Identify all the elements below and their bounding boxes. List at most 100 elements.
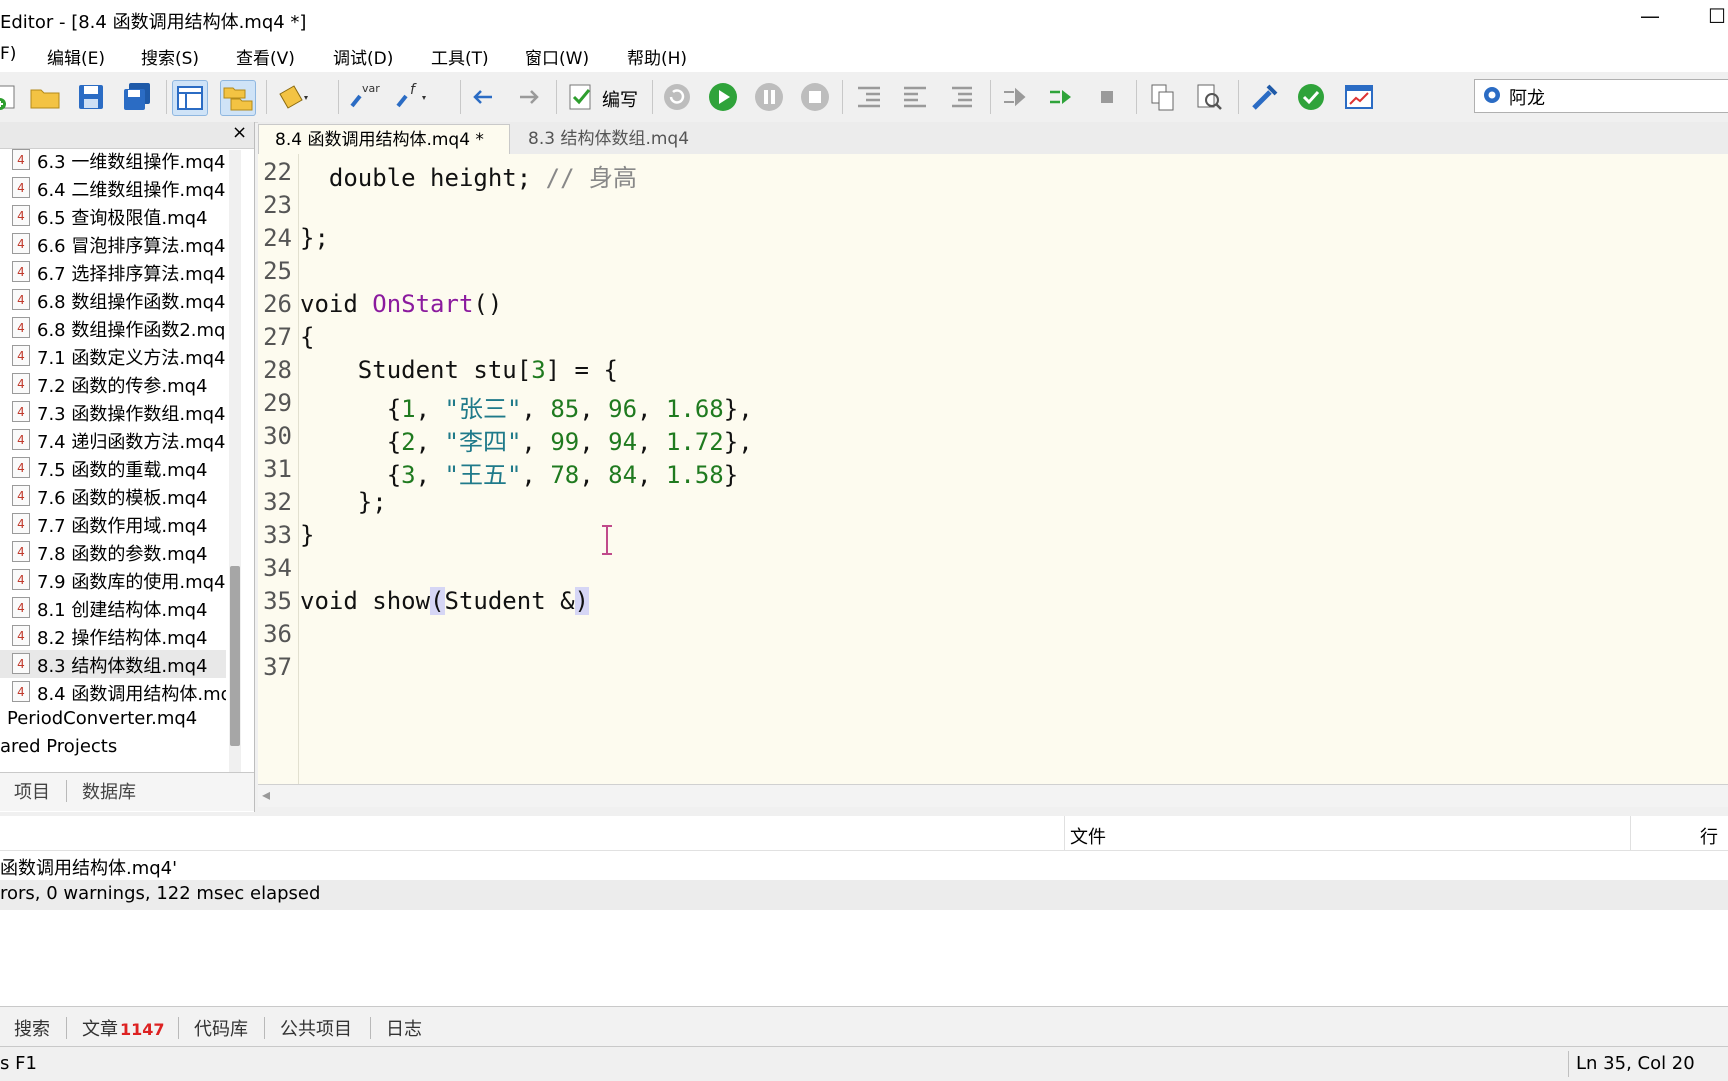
chart-icon[interactable] bbox=[1342, 80, 1376, 114]
tab-public-projects[interactable]: 公共项目 bbox=[280, 1015, 352, 1041]
line-number: 31 bbox=[263, 455, 292, 483]
tab-projects[interactable]: 项目 bbox=[14, 778, 50, 804]
editor-horizontal-scrollbar[interactable]: ◂ bbox=[258, 784, 1728, 807]
window-title: Editor - [8.4 函数调用结构体.mq4 *] bbox=[0, 12, 307, 33]
tree-item[interactable]: 4 6.6 冒泡排序算法.mq4 bbox=[0, 230, 226, 258]
forward-arrow-icon[interactable] bbox=[512, 80, 546, 114]
line-number: 28 bbox=[263, 356, 292, 384]
pause-icon[interactable] bbox=[752, 80, 786, 114]
step-over-icon[interactable] bbox=[998, 80, 1032, 114]
copy-icon[interactable] bbox=[1146, 80, 1180, 114]
tree-item[interactable]: 4 8.4 函数调用结构体.mq4 bbox=[0, 678, 226, 706]
start-debug-icon[interactable] bbox=[706, 80, 740, 114]
tree-item[interactable]: 4 8.3 结构体数组.mq4 bbox=[0, 650, 226, 678]
line-number: 25 bbox=[263, 257, 292, 285]
mq4-file-icon: 4 bbox=[12, 401, 30, 422]
tree-item[interactable]: 4 7.6 函数的模板.mq4 bbox=[0, 482, 226, 510]
compile-button[interactable]: 编写 bbox=[564, 80, 644, 114]
menu-tools[interactable]: 工具(T) bbox=[431, 44, 489, 69]
tree-item[interactable]: 4 8.2 操作结构体.mq4 bbox=[0, 622, 226, 650]
tree-item[interactable]: 4 6.8 数组操作函数.mq4 bbox=[0, 286, 226, 314]
maximize-button[interactable]: ☐ bbox=[1708, 4, 1726, 28]
tree-item[interactable]: 4 8.1 创建结构体.mq4 bbox=[0, 594, 226, 622]
code-line: } bbox=[300, 521, 315, 549]
tree-item[interactable]: 4 6.5 查询极限值.mq4 bbox=[0, 202, 226, 230]
line-number: 29 bbox=[263, 389, 292, 417]
restart-icon[interactable] bbox=[660, 80, 694, 114]
line-number: 37 bbox=[263, 653, 292, 681]
tree-item[interactable]: 4 7.8 函数的参数.mq4 bbox=[0, 538, 226, 566]
indent-icon[interactable] bbox=[898, 80, 932, 114]
mq4-file-icon: 4 bbox=[12, 625, 30, 646]
tab-other-file[interactable]: 8.3 结构体数组.mq4 bbox=[512, 124, 705, 154]
tree-item[interactable]: 4 7.7 函数作用域.mq4 bbox=[0, 510, 226, 538]
tree-item[interactable]: 4 7.9 函数库的使用.mq4 bbox=[0, 566, 226, 594]
insert-variable-icon[interactable]: var bbox=[346, 80, 380, 114]
column-file[interactable]: 文件 bbox=[1070, 823, 1106, 849]
back-arrow-icon[interactable] bbox=[466, 80, 500, 114]
check-icon[interactable] bbox=[1294, 80, 1328, 114]
tab-current-file[interactable]: 8.4 函数调用结构体.mq4 * bbox=[258, 124, 510, 154]
tab-articles[interactable]: 文章 1147 bbox=[82, 1015, 165, 1041]
mq4-file-icon: 4 bbox=[12, 569, 30, 590]
user-account-field[interactable]: 阿龙 bbox=[1474, 79, 1728, 113]
mq4-file-icon: 4 bbox=[12, 653, 30, 674]
scroll-left-icon[interactable]: ◂ bbox=[262, 785, 270, 804]
tools-icon[interactable] bbox=[1248, 80, 1282, 114]
mq4-file-icon: 4 bbox=[12, 513, 30, 534]
menu-debug[interactable]: 调试(D) bbox=[333, 44, 393, 69]
find-icon[interactable] bbox=[1192, 80, 1226, 114]
toolbar: var f 编写 bbox=[0, 72, 1728, 123]
mq4-file-icon: 4 bbox=[12, 289, 30, 310]
line-number: 35 bbox=[263, 587, 292, 615]
status-help: s F1 bbox=[0, 1053, 37, 1074]
tree-item[interactable]: 4 7.2 函数的传参.mq4 bbox=[0, 370, 226, 398]
tab-database[interactable]: 数据库 bbox=[82, 778, 136, 804]
mq4-file-icon: 4 bbox=[12, 485, 30, 506]
tree-item[interactable]: 4 7.5 函数的重载.mq4 bbox=[0, 454, 226, 482]
step-stop-icon[interactable] bbox=[1090, 80, 1124, 114]
tree-item[interactable]: 4 6.8 数组操作函数2.mq4 bbox=[0, 314, 226, 342]
output-row[interactable]: 函数调用结构体.mq4' bbox=[0, 852, 1728, 880]
line-number: 23 bbox=[263, 191, 292, 219]
menu-view[interactable]: 查看(V) bbox=[236, 44, 295, 69]
navigator-icon[interactable] bbox=[172, 80, 208, 116]
new-file-icon[interactable] bbox=[0, 80, 24, 114]
close-icon[interactable]: × bbox=[232, 122, 247, 143]
tree-item[interactable]: 4 7.1 函数定义方法.mq4 bbox=[0, 342, 226, 370]
tree-item-root[interactable]: PeriodConverter.mq4 bbox=[0, 706, 226, 734]
menu-window[interactable]: 窗口(W) bbox=[525, 44, 589, 69]
folders-icon[interactable] bbox=[220, 80, 256, 116]
styler-icon[interactable] bbox=[274, 80, 308, 114]
stop-icon[interactable] bbox=[798, 80, 832, 114]
code-line: }; bbox=[300, 224, 329, 252]
output-row[interactable]: rors, 0 warnings, 122 msec elapsed bbox=[0, 880, 1728, 910]
save-all-icon[interactable] bbox=[120, 80, 154, 114]
step-into-icon[interactable] bbox=[1044, 80, 1078, 114]
minimize-button[interactable]: — bbox=[1640, 4, 1660, 28]
menu-help[interactable]: 帮助(H) bbox=[627, 44, 687, 69]
tab-journal[interactable]: 日志 bbox=[386, 1015, 422, 1041]
status-bar: s F1 Ln 35, Col 20 bbox=[0, 1046, 1728, 1081]
tree-item[interactable]: 4 7.4 递归函数方法.mq4 bbox=[0, 426, 226, 454]
insert-function-icon[interactable]: f bbox=[392, 80, 426, 114]
mq4-file-icon: 4 bbox=[12, 373, 30, 394]
tree-item[interactable]: 4 6.3 一维数组操作.mq4 bbox=[0, 146, 226, 174]
mq4-file-icon: 4 bbox=[12, 597, 30, 618]
tree-item-shared-projects[interactable]: ared Projects bbox=[0, 734, 226, 762]
comment-icon[interactable] bbox=[944, 80, 978, 114]
open-folder-icon[interactable] bbox=[28, 80, 62, 114]
menu-file[interactable]: F) bbox=[0, 44, 16, 64]
save-icon[interactable] bbox=[74, 80, 108, 114]
tree-item[interactable]: 4 7.3 函数操作数组.mq4 bbox=[0, 398, 226, 426]
tree-item[interactable]: 4 6.4 二维数组操作.mq4 bbox=[0, 174, 226, 202]
tree-item[interactable]: 4 6.7 选择排序算法.mq4 bbox=[0, 258, 226, 286]
column-line[interactable]: 行 bbox=[1700, 823, 1718, 849]
tab-codebase[interactable]: 代码库 bbox=[194, 1015, 248, 1041]
mq4-file-icon: 4 bbox=[12, 205, 30, 226]
outdent-icon[interactable] bbox=[852, 80, 886, 114]
menu-search[interactable]: 搜索(S) bbox=[141, 44, 199, 69]
navigator-scroll-thumb[interactable] bbox=[230, 566, 240, 746]
tab-search[interactable]: 搜索 bbox=[14, 1015, 50, 1041]
menu-edit[interactable]: 编辑(E) bbox=[47, 44, 105, 69]
